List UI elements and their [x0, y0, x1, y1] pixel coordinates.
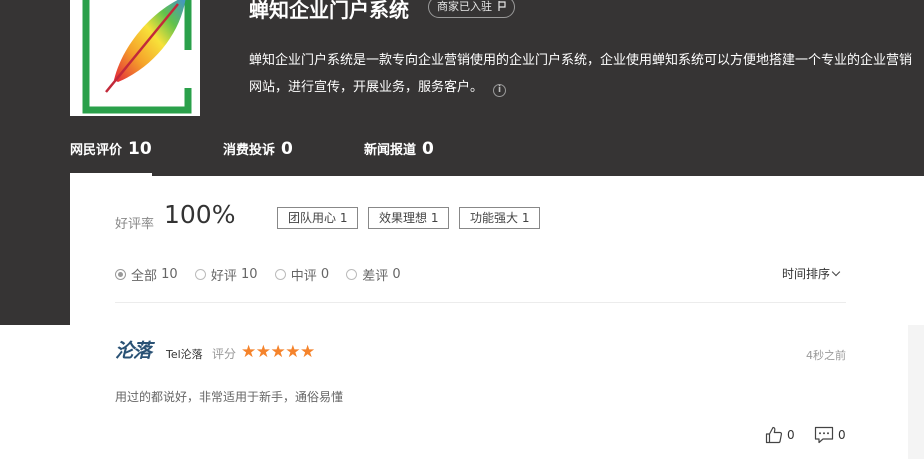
tab-label: 网民评价	[70, 143, 123, 158]
filter-count: 0	[392, 267, 401, 282]
review-item: 沦落 Tel沦落 评分 ★★★★★ 4秒之前 用过的都说好，非常适用于新手，通俗…	[115, 336, 846, 459]
tab-count: 0	[422, 139, 434, 159]
tab-netizen-reviews[interactable]: 网民评价 10	[70, 139, 152, 176]
filter-label: 全部	[131, 269, 158, 284]
reviews-panel: 好评率 100% 团队用心 1 效果理想 1 功能强大 1 全部 10 好评 1…	[70, 176, 924, 459]
company-logo	[70, 0, 200, 116]
filter-label: 中评	[290, 269, 317, 284]
company-title: 蝉知企业门户系统	[249, 0, 409, 22]
flag-icon	[497, 1, 506, 11]
review-time: 4秒之前	[806, 349, 846, 362]
company-description: 蝉知企业门户系统是一款专向企业营销使用的企业门户系统，企业使用蝉知系统可以方便地…	[249, 47, 924, 101]
positive-rate-value: 100%	[164, 200, 236, 229]
review-tag[interactable]: 功能强大 1	[459, 207, 541, 229]
star-rating: ★★★★★	[241, 342, 315, 362]
comment-button[interactable]: 0	[814, 426, 846, 444]
filter-label: 差评	[362, 269, 389, 284]
divider	[115, 302, 846, 303]
filter-label: 好评	[210, 269, 237, 284]
filter-count: 10	[161, 267, 178, 282]
page-gutter	[908, 325, 924, 459]
tab-label: 新闻报道	[364, 143, 417, 158]
star-icon: ★	[270, 342, 286, 362]
settled-badge: 商家已入驻	[428, 0, 515, 18]
comment-icon	[814, 426, 834, 444]
score-label: 评分	[212, 347, 237, 361]
sort-by-time-dropdown[interactable]: 时间排序	[782, 265, 841, 282]
tab-label: 消费投诉	[223, 143, 276, 158]
filter-neutral[interactable]: 中评 0	[274, 265, 330, 284]
settled-badge-label: 商家已入驻	[437, 0, 492, 13]
comment-count: 0	[838, 428, 846, 442]
chevron-down-icon	[831, 267, 841, 277]
avatar[interactable]: 沦落	[115, 336, 152, 363]
filter-positive[interactable]: 好评 10	[194, 265, 258, 284]
sort-label: 时间排序	[782, 267, 831, 281]
info-icon[interactable]: i	[493, 84, 507, 97]
radio-icon	[346, 269, 358, 280]
radio-icon	[274, 269, 286, 280]
feather-logo-icon	[82, 0, 192, 114]
review-tag[interactable]: 团队用心 1	[277, 207, 359, 229]
star-icon: ★	[285, 342, 300, 362]
star-icon: ★	[255, 342, 271, 362]
thumbs-up-icon	[765, 426, 783, 444]
filter-negative[interactable]: 差评 0	[346, 265, 401, 284]
tab-news-reports[interactable]: 新闻报道 0	[364, 139, 434, 176]
tab-count: 0	[281, 139, 293, 159]
star-icon: ★	[300, 342, 315, 362]
filter-count: 0	[320, 267, 330, 282]
company-description-text: 蝉知企业门户系统是一款专向企业营销使用的企业门户系统，企业使用蝉知系统可以方便地…	[249, 53, 913, 95]
star-icon: ★	[241, 342, 256, 362]
like-button[interactable]: 0	[765, 426, 795, 444]
like-count: 0	[787, 428, 795, 442]
filter-count: 10	[241, 267, 258, 282]
radio-icon	[115, 269, 126, 280]
review-tag[interactable]: 效果理想 1	[368, 207, 450, 229]
tab-consumer-complaints[interactable]: 消费投诉 0	[223, 139, 293, 176]
positive-rate-label: 好评率	[115, 217, 155, 232]
tab-count: 10	[128, 139, 152, 159]
review-text: 用过的都说好，非常适用于新手，通俗易懂	[115, 390, 344, 404]
radio-icon	[194, 269, 206, 280]
filter-all[interactable]: 全部 10	[115, 265, 178, 284]
review-filters: 全部 10 好评 10 中评 0 差评 0	[115, 265, 414, 284]
review-username[interactable]: Tel沦落	[166, 346, 203, 362]
